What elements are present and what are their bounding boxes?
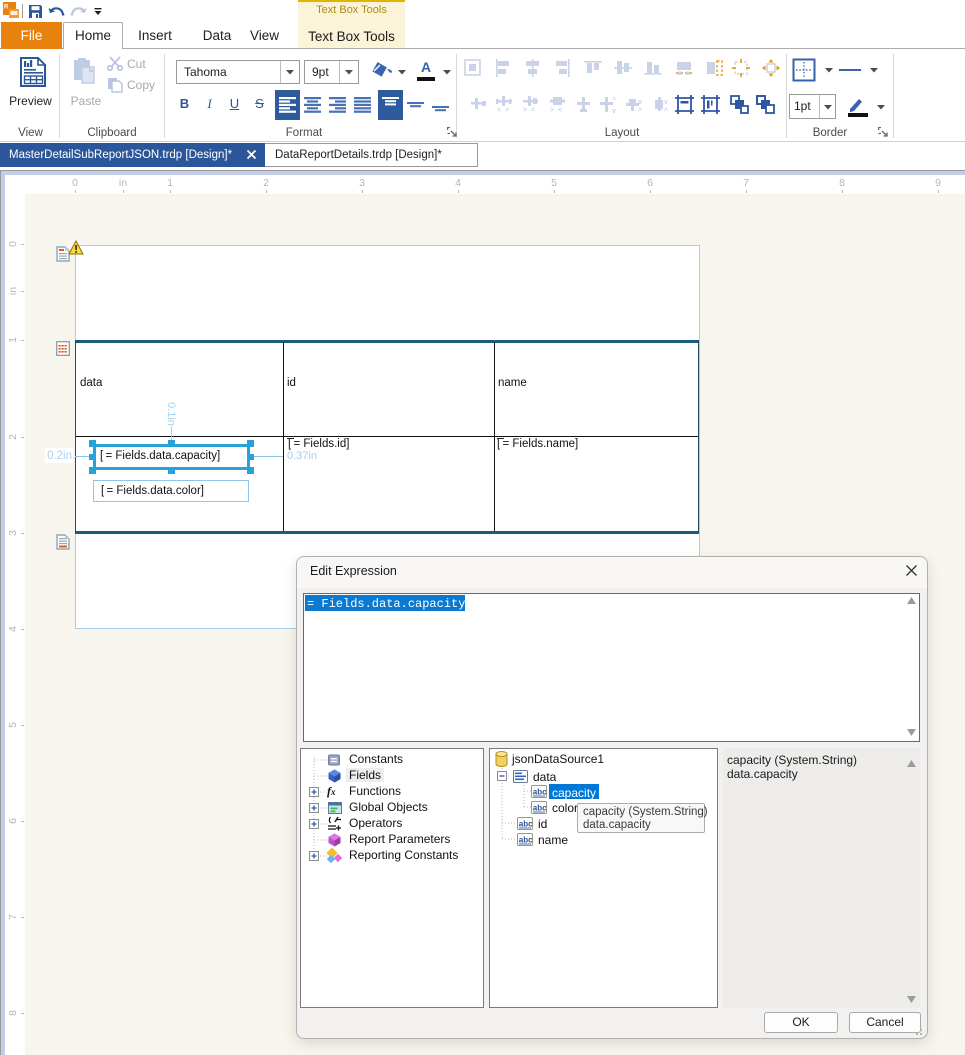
svg-text:^: ^ — [664, 107, 668, 113]
svg-text:abc: abc — [533, 804, 547, 813]
svg-text:R: R — [4, 5, 9, 11]
svg-text:v: v — [612, 108, 616, 113]
svg-text:abc: abc — [519, 820, 533, 829]
svg-text:^: ^ — [612, 96, 616, 104]
svg-text:>: > — [523, 107, 527, 113]
svg-text:^: ^ — [638, 107, 642, 113]
svg-text:v: v — [638, 99, 642, 106]
svg-text:v: v — [664, 99, 668, 106]
svg-text:abc: abc — [519, 836, 533, 845]
svg-text:abc: abc — [533, 788, 547, 797]
svg-text:<: < — [497, 107, 501, 113]
svg-text:<: < — [558, 107, 562, 113]
svg-text:<: < — [531, 107, 535, 113]
svg-text:>: > — [505, 107, 509, 113]
svg-text:>: > — [550, 107, 554, 113]
